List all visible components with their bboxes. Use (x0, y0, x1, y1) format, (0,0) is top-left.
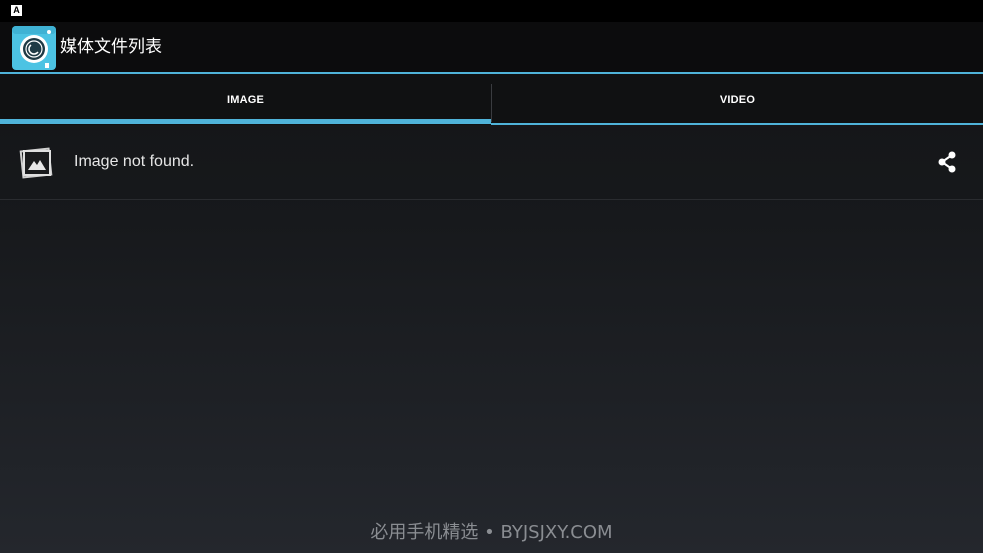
notification-icon: A (11, 5, 22, 16)
list-divider (0, 199, 983, 200)
list-item-label: Image not found. (74, 153, 195, 170)
tab-image[interactable]: IMAGE (0, 74, 491, 125)
image-placeholder-icon (18, 145, 54, 181)
app-title: 媒体文件列表 (60, 37, 162, 57)
watermark-text: 必用手机精选 • BYJSJXY.COM (370, 522, 613, 543)
action-bar: 媒体文件列表 (0, 22, 983, 72)
tab-video[interactable]: VIDEO (492, 74, 983, 125)
share-icon[interactable] (934, 149, 960, 175)
status-bar: A (0, 0, 983, 22)
tab-bar: IMAGE VIDEO (0, 74, 983, 125)
tab-selected-indicator (0, 119, 491, 124)
list-item[interactable]: Image not found. (0, 125, 983, 199)
camera-icon[interactable] (12, 26, 56, 70)
